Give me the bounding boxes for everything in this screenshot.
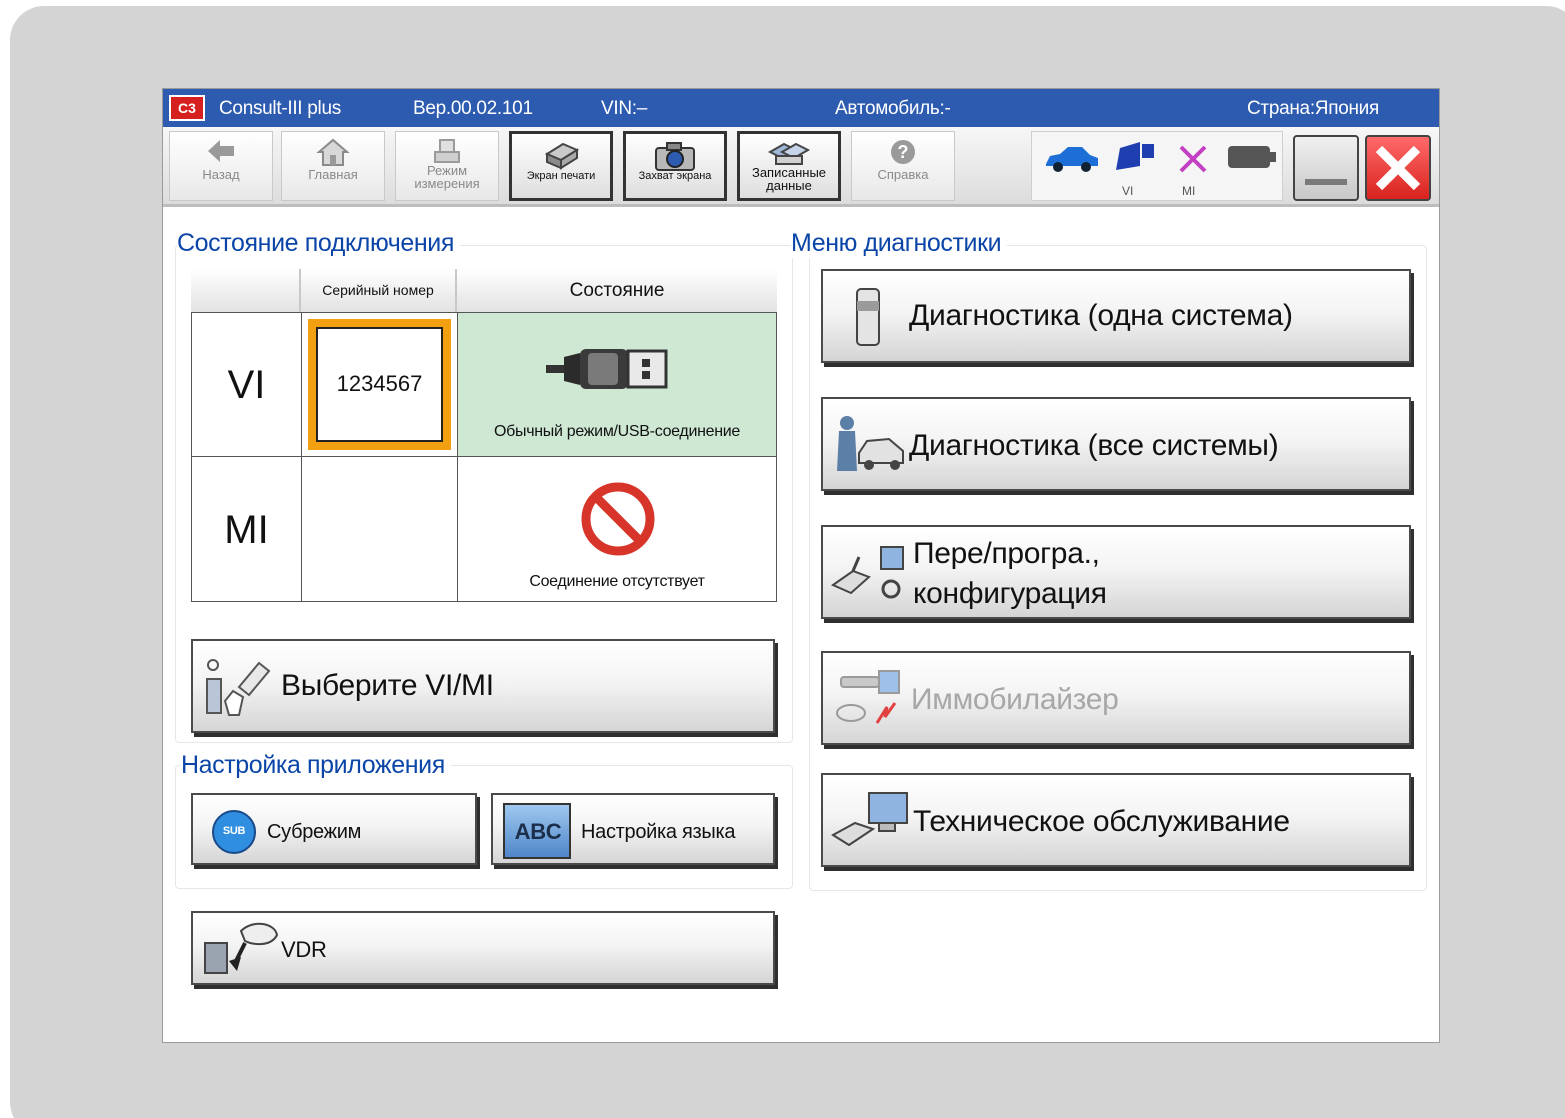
device-status-panel: VI MI <box>1031 131 1283 201</box>
help-button[interactable]: ? Справка <box>851 131 955 201</box>
home-icon <box>282 132 384 168</box>
back-label: Назад <box>202 167 240 182</box>
app-name: Consult-III plus <box>219 98 341 119</box>
vi-serial-value: 1234567 <box>316 327 443 442</box>
immobilizer-label: Иммобилайзер <box>911 683 1119 716</box>
sub-badge-text: SUB <box>222 825 246 837</box>
toolbar: Назад Главная Режим измерения Экран печа… <box>163 127 1439 207</box>
country-label: Страна:Япония <box>1247 98 1379 119</box>
camera-icon <box>626 134 724 171</box>
select-device-icon <box>206 659 271 716</box>
vin-label: VIN:– <box>601 98 648 119</box>
help-icon: ? <box>852 132 954 168</box>
version-label: Вер.00.02.101 <box>413 98 533 119</box>
mi-state-cell: Соединение отсутствует <box>457 456 777 602</box>
mi-serial-cell[interactable] <box>301 456 458 602</box>
vi-state-cell: Обычный режим/USB-соединение <box>457 312 777 457</box>
single-system-icon <box>856 288 880 346</box>
reprogramming-button[interactable]: Пере/програ., конфигурация <box>821 525 1411 619</box>
immobilizer-button: Иммобилайзер <box>821 651 1411 745</box>
diag-all-button[interactable]: Диагностика (все системы) <box>821 397 1411 491</box>
app-settings-title: Настройка приложения <box>181 751 451 780</box>
abc-badge-text: ABC <box>514 819 562 844</box>
app-logo: C3 <box>169 95 205 121</box>
maintenance-button[interactable]: Техническое обслуживание <box>821 773 1411 867</box>
vdr-label: VDR <box>281 937 327 962</box>
reprogramming-icon <box>830 546 904 599</box>
mi-status-label: MI <box>1182 184 1196 198</box>
measure-icon <box>396 132 498 164</box>
vehicle-icon <box>1046 147 1098 172</box>
title-bar: C3 Consult-III plus Вер.00.02.101 VIN:– … <box>163 89 1439 127</box>
recorded-data-button[interactable]: Записанные данные <box>737 131 841 201</box>
connection-title: Состояние подключения <box>177 229 461 258</box>
select-vi-mi-label: Выберите VI/MI <box>281 669 494 702</box>
immobilizer-icon <box>836 670 900 724</box>
battery-icon <box>1228 146 1276 168</box>
diag-single-button[interactable]: Диагностика (одна система) <box>821 269 1411 363</box>
screen-capture-button[interactable]: Захват экрана <box>623 131 727 201</box>
consult-window: C3 Consult-III plus Вер.00.02.101 VIN:– … <box>162 88 1440 1043</box>
usb-plug-icon <box>546 349 668 389</box>
vi-row-label: VI <box>191 312 302 457</box>
connection-table: Серийный номер Состояние VI 1234567 Обыч… <box>191 269 777 602</box>
vdr-button[interactable]: VDR <box>191 911 775 985</box>
printer-icon <box>512 134 610 170</box>
select-vi-mi-button[interactable]: Выберите VI/MI <box>191 639 775 733</box>
all-systems-icon <box>837 416 904 471</box>
reprog-label-line2: конфигурация <box>913 577 1107 610</box>
help-label: Справка <box>877 167 929 182</box>
selected-highlight: 1234567 <box>308 319 451 450</box>
capture-label: Захват экрана <box>638 170 712 182</box>
close-icon <box>1375 145 1421 191</box>
submode-label: Субрежим <box>267 821 362 843</box>
maintenance-label: Техническое обслуживание <box>913 805 1290 838</box>
print-label: Экран печати <box>526 170 596 182</box>
minimize-button[interactable] <box>1293 135 1359 201</box>
recorded-label: Записанные данные <box>751 165 827 193</box>
reprog-label-line1: Пере/програ., <box>913 537 1100 570</box>
home-button[interactable]: Главная <box>281 131 385 201</box>
print-screen-button[interactable]: Экран печати <box>509 131 613 201</box>
diagnostics-title: Меню диагностики <box>791 229 1008 258</box>
vi-device-icon <box>1116 142 1154 170</box>
vehicle-label: Автомобиль:- <box>835 98 951 119</box>
vi-state-text: Обычный режим/USB-соединение <box>494 423 740 440</box>
recorded-data-icon <box>740 134 838 166</box>
submode-button[interactable]: SUB Субрежим <box>191 793 477 865</box>
vi-status-label: VI <box>1122 184 1134 198</box>
vi-serial-cell[interactable]: 1234567 <box>301 312 458 457</box>
close-button[interactable] <box>1365 135 1431 201</box>
vdr-icon <box>204 922 279 974</box>
language-button[interactable]: ABC Настройка языка <box>491 793 775 865</box>
back-arrow-icon <box>170 132 272 168</box>
home-label: Главная <box>308 167 358 182</box>
no-connection-icon <box>581 482 655 556</box>
svg-text:?: ? <box>898 142 909 162</box>
language-label: Настройка языка <box>581 821 736 843</box>
diag-all-label: Диагностика (все системы) <box>909 429 1279 462</box>
mi-disconnected-icon <box>1179 145 1207 173</box>
mi-state-text: Соединение отсутствует <box>529 573 705 590</box>
measure-mode-button[interactable]: Режим измерения <box>395 131 499 201</box>
back-button[interactable]: Назад <box>169 131 273 201</box>
diag-single-label: Диагностика (одна система) <box>909 299 1293 332</box>
table-header-state: Состояние <box>457 269 777 312</box>
minimize-icon <box>1305 179 1347 185</box>
measure-label: Режим измерения <box>414 163 480 191</box>
maintenance-icon <box>831 792 908 847</box>
table-header-blank <box>191 269 301 312</box>
table-header-serial: Серийный номер <box>301 269 457 312</box>
mi-row-label: MI <box>191 456 302 602</box>
